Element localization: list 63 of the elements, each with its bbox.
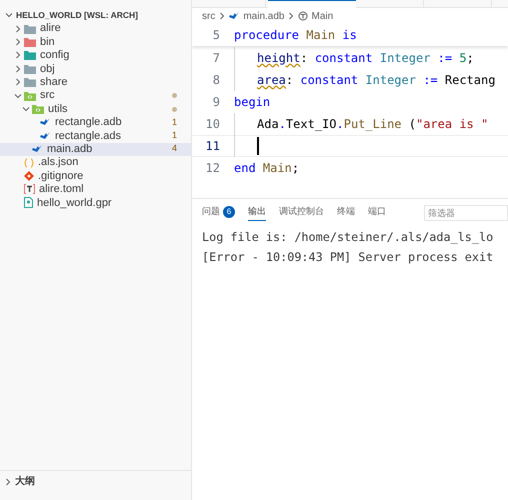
code-line: Ada.Text_IO.Put_Line ("area is "	[257, 116, 488, 133]
line-number: 8	[212, 72, 221, 89]
bird-icon	[40, 130, 51, 141]
line-number: 7	[212, 50, 221, 67]
symbol-icon	[298, 11, 308, 21]
panel-tab[interactable]: 端口	[368, 203, 386, 221]
chevron-right-icon	[218, 12, 226, 20]
folder-icon	[24, 50, 36, 60]
output-line: Log file is: /home/steiner/.als/ada_ls_lo	[202, 229, 494, 246]
output-line: [Error - 10:09:43 PM] Server process exit	[202, 249, 494, 266]
document-icon	[24, 197, 33, 208]
code-line: area: constant Integer := Rectang	[257, 72, 496, 89]
folder-icon	[24, 37, 36, 48]
folder-title[interactable]: HELLO_WORLD [WSL: ARCH]	[16, 8, 138, 22]
line-number: 12	[204, 160, 221, 177]
count-badge: 6	[223, 206, 235, 218]
bracket-t-icon	[24, 184, 35, 194]
tree-item[interactable]: src	[0, 88, 191, 102]
panel-tab[interactable]: 调试控制台	[279, 203, 324, 221]
problem-count: 1	[172, 116, 177, 129]
bird-icon	[229, 11, 240, 21]
folder-icon	[32, 104, 44, 114]
folder-icon	[24, 90, 36, 101]
tree-item[interactable]: share	[0, 76, 191, 89]
editor-tab[interactable]	[268, 0, 356, 8]
filter-field[interactable]: 筛选器	[424, 205, 508, 221]
breadcrumb-item[interactable]: Main	[311, 8, 334, 24]
tree-item[interactable]: .als.json	[0, 156, 191, 170]
code-line: height: constant Integer := 5;	[257, 50, 474, 67]
folder-icon	[24, 77, 36, 88]
line-number: 9	[212, 94, 221, 111]
line-number: 11	[204, 138, 221, 155]
section-title[interactable]: 大纲	[15, 474, 35, 489]
problem-count: 4	[172, 142, 177, 156]
line-number: 5	[212, 27, 221, 44]
diamond-icon	[24, 170, 34, 181]
tree-item[interactable]: alire	[0, 22, 191, 36]
bird-icon	[32, 144, 43, 154]
breadcrumb-item[interactable]: main.adb	[243, 8, 284, 24]
tree-item[interactable]: hello_world.gpr	[0, 196, 191, 210]
panel-tab[interactable]: 终端	[337, 203, 355, 221]
braces-icon	[24, 158, 34, 168]
tree-item[interactable]: rectangle.ads 1	[0, 129, 191, 143]
folder-icon	[24, 64, 36, 74]
breadcrumb-item[interactable]: src	[202, 8, 216, 24]
line-number: 10	[204, 116, 221, 133]
tree-item[interactable]: obj	[0, 62, 191, 76]
code-line: end Main;	[234, 160, 300, 177]
chevron-right-icon	[287, 12, 296, 20]
tree-item[interactable]: alire.toml	[0, 182, 191, 196]
problem-count: 1	[172, 129, 177, 142]
panel-tab[interactable]: 问题 6	[202, 203, 235, 221]
code-line: procedure Main is	[234, 27, 357, 44]
tree-item[interactable]: bin	[0, 35, 191, 49]
panel-tab[interactable]: 输出	[248, 203, 266, 221]
code-line: begin	[234, 94, 270, 111]
tree-item[interactable]: main.adb 4	[0, 142, 191, 156]
tree-item[interactable]: rectangle.adb 1	[0, 116, 191, 130]
tree-item[interactable]: utils	[0, 102, 191, 116]
tree-item[interactable]: .gitignore	[0, 169, 191, 183]
bird-icon	[40, 117, 51, 128]
folder-icon	[24, 24, 36, 34]
tree-item[interactable]: config	[0, 48, 191, 62]
